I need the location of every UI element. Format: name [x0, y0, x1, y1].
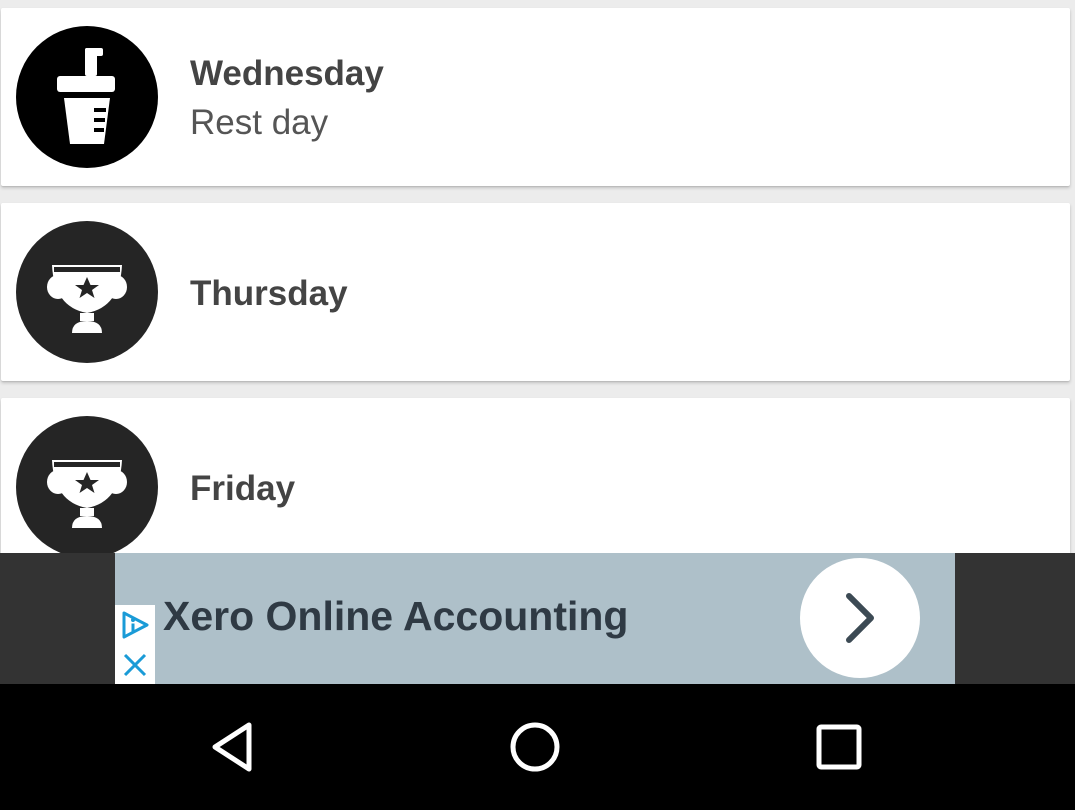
app-screen: Wednesday Rest day Thursday Friday Xero …	[0, 0, 1075, 810]
trophy-icon	[16, 416, 158, 553]
ad-headline[interactable]: Xero Online Accounting	[163, 593, 628, 640]
list-item-friday[interactable]: Friday	[1, 398, 1070, 553]
day-title: Friday	[190, 469, 296, 508]
ad-choices-icon[interactable]	[115, 605, 155, 645]
home-button[interactable]	[485, 707, 585, 787]
back-triangle-icon	[212, 722, 252, 772]
ad-action-button[interactable]	[800, 558, 920, 678]
drink-cup-icon	[16, 26, 158, 168]
trophy-icon	[16, 221, 158, 363]
recents-button[interactable]	[789, 707, 889, 787]
back-button[interactable]	[183, 707, 283, 787]
system-navigation-bar	[0, 684, 1075, 810]
recents-square-icon	[816, 724, 862, 770]
day-title: Wednesday	[190, 54, 384, 93]
day-title: Thursday	[190, 274, 348, 313]
list-item-thursday[interactable]: Thursday	[1, 203, 1070, 381]
ad-container: Xero Online Accounting	[0, 553, 1075, 684]
home-circle-icon	[510, 722, 560, 772]
day-subtitle: Rest day	[190, 103, 329, 142]
chevron-right-icon	[846, 593, 874, 643]
close-icon[interactable]	[115, 645, 155, 684]
schedule-list: Wednesday Rest day Thursday Friday	[0, 0, 1075, 553]
list-item-wednesday[interactable]: Wednesday Rest day	[1, 8, 1070, 186]
ad-banner[interactable]: Xero Online Accounting	[115, 553, 955, 684]
